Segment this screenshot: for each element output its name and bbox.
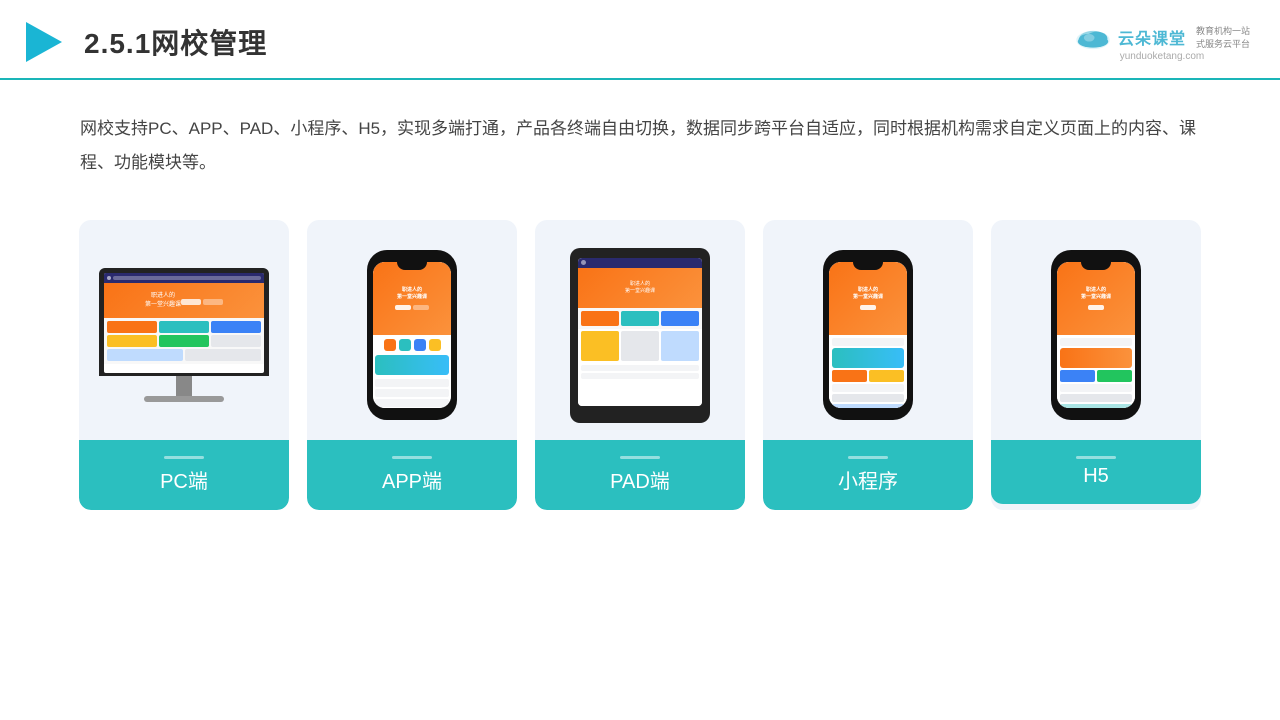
pc-screen-inner: 职进人的第一堂兴趣课 — [104, 273, 264, 373]
description-text: 网校支持PC、APP、PAD、小程序、H5，实现多端打通，产品各终端自由切换，数… — [0, 80, 1280, 200]
app-icon-3 — [414, 339, 426, 351]
phone-notch-mini — [853, 262, 883, 270]
app-banner — [375, 355, 449, 375]
app-preview: 职进人的第一堂兴趣课 — [307, 220, 517, 440]
label-divider-2 — [392, 456, 432, 459]
pc-row-1 — [107, 321, 261, 333]
app-label-text: APP端 — [382, 471, 442, 493]
app-content-rows — [373, 377, 451, 408]
app-hero: 职进人的第一堂兴趣课 — [373, 262, 451, 335]
app-phone-mockup: 职进人的第一堂兴趣课 — [367, 250, 457, 420]
nav-dot — [107, 276, 111, 280]
app-icon-4 — [429, 339, 441, 351]
pad-tablet-outer: 职进人的第一堂兴趣课 — [570, 248, 710, 423]
label-divider-4 — [848, 456, 888, 459]
label-divider — [164, 456, 204, 459]
pc-card-4 — [107, 335, 157, 347]
brand-name: 云朵课堂 — [1118, 25, 1186, 49]
pc-card-8 — [185, 349, 261, 361]
app-row-1 — [375, 379, 449, 387]
miniprogram-label-text: 小程序 — [838, 471, 898, 493]
app-phone-screen: 职进人的第一堂兴趣课 — [373, 262, 451, 408]
pc-card-6 — [211, 335, 261, 347]
pc-row-3 — [107, 349, 261, 361]
app-card: 职进人的第一堂兴趣课 — [307, 220, 517, 510]
app-icon-2 — [399, 339, 411, 351]
pc-mockup: 职进人的第一堂兴趣课 — [99, 268, 269, 402]
pad-tablet-screen: 职进人的第一堂兴趣课 — [578, 258, 702, 406]
logo-icon — [20, 18, 68, 66]
pc-card-2 — [159, 321, 209, 333]
pad-card: 职进人的第一堂兴趣课 — [535, 220, 745, 510]
h5-hero: 职进人的第一堂兴趣课 — [1057, 262, 1135, 335]
h5-preview: 职进人的第一堂兴趣课 — [991, 220, 1201, 440]
pc-card-3 — [211, 321, 261, 333]
cloud-icon — [1074, 23, 1112, 51]
brand-url: yunduoketang.com — [1120, 51, 1205, 62]
pc-nav-bar — [104, 273, 264, 283]
header-left: 2.5.1网校管理 — [20, 18, 267, 66]
miniprogram-screen-content: 职进人的第一堂兴趣课 — [829, 262, 907, 408]
pc-label-text: PC端 — [160, 471, 208, 493]
miniprogram-preview: 职进人的第一堂兴趣课 — [763, 220, 973, 440]
pc-screen-outer: 职进人的第一堂兴趣课 — [99, 268, 269, 376]
pc-label: PC端 — [79, 440, 289, 510]
pc-card-1 — [107, 321, 157, 333]
pc-stand — [176, 376, 192, 396]
miniprogram-hero-text: 职进人的第一堂兴趣课 — [853, 287, 883, 300]
pc-body — [104, 318, 264, 364]
app-screen-content: 职进人的第一堂兴趣课 — [373, 262, 451, 408]
miniprogram-hero: 职进人的第一堂兴趣课 — [829, 262, 907, 335]
pad-label-text: PAD端 — [610, 471, 670, 493]
pad-tablet-mockup: 职进人的第一堂兴趣课 — [570, 248, 710, 423]
miniprogram-card: 职进人的第一堂兴趣课 — [763, 220, 973, 510]
pc-base — [144, 396, 224, 402]
app-hero-text: 职进人的第一堂兴趣课 — [397, 287, 427, 300]
device-cards-section: 职进人的第一堂兴趣课 — [0, 200, 1280, 510]
app-row-2 — [375, 389, 449, 397]
miniprogram-phone-mockup: 职进人的第一堂兴趣课 — [823, 250, 913, 420]
page-title: 2.5.1网校管理 — [84, 22, 267, 62]
pc-preview: 职进人的第一堂兴趣课 — [79, 220, 289, 440]
h5-phone-screen: 职进人的第一堂兴趣课 — [1057, 262, 1135, 408]
brand-area: 云朵课堂 教育机构一站 式服务云平台 yunduoketang.com — [1074, 23, 1250, 62]
pc-hero: 职进人的第一堂兴趣课 — [104, 283, 264, 318]
label-divider-5 — [1076, 456, 1116, 459]
h5-label-text: H5 — [1083, 465, 1109, 487]
header: 2.5.1网校管理 云朵课堂 教育机构一站 式服务云平台 yunduoketan… — [0, 0, 1280, 80]
phone-notch — [397, 262, 427, 270]
h5-card: 职进人的第一堂兴趣课 — [991, 220, 1201, 510]
h5-hero-text: 职进人的第一堂兴趣课 — [1081, 287, 1111, 300]
miniprogram-phone-screen: 职进人的第一堂兴趣课 — [829, 262, 907, 408]
description-content: 网校支持PC、APP、PAD、小程序、H5，实现多端打通，产品各终端自由切换，数… — [80, 119, 1196, 172]
pc-card: 职进人的第一堂兴趣课 — [79, 220, 289, 510]
brand-slogan-line1: 教育机构一站 — [1196, 24, 1250, 37]
app-row-3 — [375, 399, 449, 407]
pad-label: PAD端 — [535, 440, 745, 510]
h5-screen-content: 职进人的第一堂兴趣课 — [1057, 262, 1135, 408]
h5-label: H5 — [991, 440, 1201, 504]
pad-preview: 职进人的第一堂兴趣课 — [535, 220, 745, 440]
brand-logo: 云朵课堂 教育机构一站 式服务云平台 — [1074, 23, 1250, 51]
app-label: APP端 — [307, 440, 517, 510]
miniprogram-label: 小程序 — [763, 440, 973, 510]
label-divider-3 — [620, 456, 660, 459]
phone-notch-h5 — [1081, 262, 1111, 270]
app-icons — [373, 335, 451, 353]
h5-phone-mockup: 职进人的第一堂兴趣课 — [1051, 250, 1141, 420]
pc-card-7 — [107, 349, 183, 361]
pc-card-5 — [159, 335, 209, 347]
app-icon-1 — [384, 339, 396, 351]
brand-slogan-line2: 式服务云平台 — [1196, 37, 1250, 50]
pc-row-2 — [107, 335, 261, 347]
